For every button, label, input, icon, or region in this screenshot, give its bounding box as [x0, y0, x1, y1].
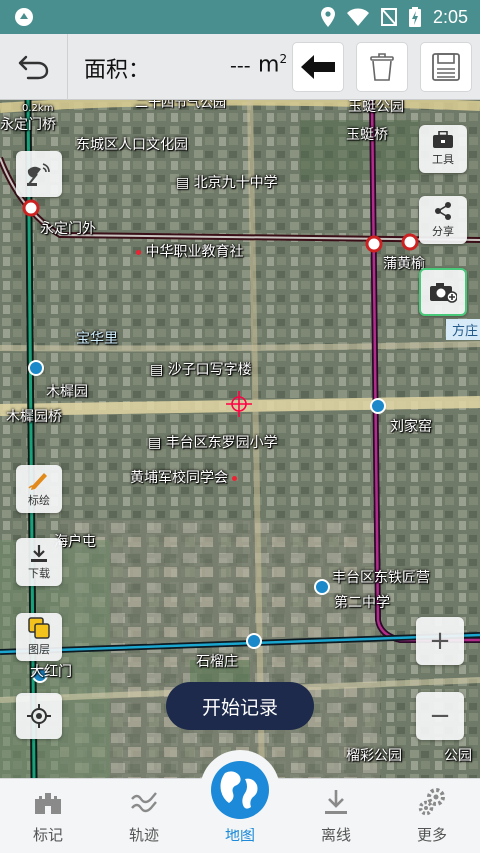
share-button[interactable]: 分享	[419, 196, 467, 244]
status-time: 2:05	[432, 6, 468, 27]
zoom-out-button[interactable]: −	[416, 692, 464, 740]
track-icon	[131, 792, 157, 813]
save-icon	[432, 53, 460, 81]
satellite-map[interactable]: 0.2km 二十四节气公园 玉蜓公园 永定门桥 东城区人口文化园 玉蜓桥 ▤ 北…	[0, 100, 480, 778]
nav-item-more[interactable]: 更多	[384, 779, 480, 853]
globe-icon	[211, 761, 269, 819]
locate-button[interactable]	[16, 693, 62, 739]
map-label: 木樨园	[46, 384, 88, 400]
battery-charging-icon	[408, 7, 421, 27]
app-notification-icon	[15, 8, 33, 26]
map-label: 永定门外	[40, 221, 96, 237]
arrow-left-icon	[301, 55, 335, 79]
layers-icon	[28, 617, 50, 639]
map-label: ▤ 北京九十中学	[176, 175, 278, 191]
location-icon	[320, 7, 335, 27]
locate-icon	[27, 704, 51, 728]
tools-button[interactable]: 工具	[419, 125, 467, 173]
map-label: 黄埔军校同学会	[130, 467, 237, 487]
map-label: 石榴庄	[196, 654, 238, 670]
map-label: 玉蜓公园	[348, 100, 404, 115]
area-label: 面积：	[84, 58, 151, 83]
map-label: ▤ 沙子口写字楼	[150, 362, 252, 378]
map-tab-globe[interactable]	[200, 750, 280, 830]
annotate-button[interactable]: 标绘	[16, 465, 62, 513]
nav-item-track[interactable]: 轨迹	[96, 779, 192, 853]
no-sim-icon	[380, 8, 397, 26]
map-label: 木樨园桥	[6, 409, 62, 425]
satellite-dish-icon	[27, 163, 50, 186]
download-icon	[325, 790, 347, 814]
save-button[interactable]	[420, 42, 472, 92]
delete-last-point-button[interactable]	[292, 42, 344, 92]
camera-button[interactable]	[419, 268, 467, 316]
clear-button[interactable]	[356, 42, 408, 92]
map-label: 蒲黄榆	[383, 256, 425, 272]
map-label: 大红门	[30, 664, 72, 680]
map-label: 玉蜓桥	[346, 127, 388, 143]
gps-satellite-button[interactable]	[16, 151, 62, 197]
start-record-button[interactable]: 开始记录	[166, 682, 314, 730]
gears-icon	[418, 788, 445, 816]
map-label: 刘家窑	[390, 419, 432, 435]
area-value: ---	[230, 55, 251, 77]
share-icon	[435, 202, 451, 220]
scale-text: 0.2km	[22, 103, 54, 114]
status-bar: 2:05	[0, 0, 480, 34]
map-label: 榴彩公园	[346, 748, 402, 764]
map-label: 永定门桥	[0, 117, 56, 133]
trash-icon	[370, 53, 394, 81]
pen-icon	[28, 473, 47, 490]
map-label: 东城区人口文化园	[76, 137, 188, 153]
undo-button[interactable]	[0, 34, 68, 100]
toolbox-icon	[433, 131, 453, 148]
zoom-in-button[interactable]: +	[416, 617, 464, 665]
wifi-icon	[346, 8, 369, 26]
map-label: 方庄	[446, 319, 480, 340]
map-label: 宝华里	[76, 331, 118, 347]
map-label: 丰台区东铁匠营	[332, 570, 430, 586]
map-label: ▤ 丰台区东罗园小学	[148, 435, 278, 451]
area-unit: m2	[258, 52, 288, 78]
camera-add-icon	[430, 283, 457, 303]
nav-item-mark[interactable]: 标记	[0, 779, 96, 853]
map-label: 中华职业教育社	[132, 241, 243, 261]
map-label: 二十四节气公园	[135, 100, 227, 111]
map-label: 公园	[444, 748, 472, 764]
top-toolbar: 面积： --- m2	[0, 34, 480, 100]
castle-icon	[35, 793, 61, 814]
download-map-button[interactable]: 下载	[16, 538, 62, 586]
layers-button[interactable]: 图层	[16, 613, 62, 661]
map-label: 第二中学	[334, 595, 390, 611]
nav-item-offline[interactable]: 离线	[288, 779, 384, 853]
undo-icon	[18, 55, 48, 80]
download-icon	[31, 545, 47, 562]
